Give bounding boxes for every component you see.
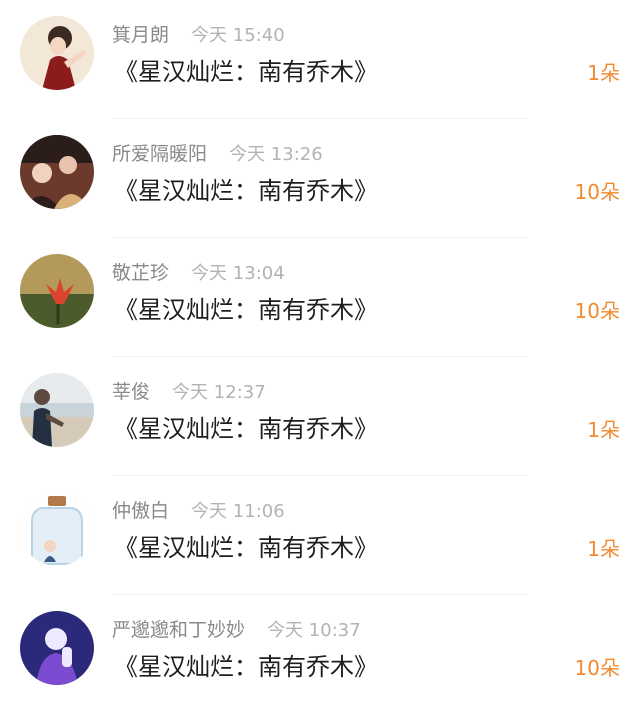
meta: 箕月朗 今天 15:40 [112,22,285,48]
gift-list-item[interactable]: 仲傲白 今天 11:06 《星汉灿烂：南有乔木》 1朵 [0,476,640,595]
avatar-image [20,16,94,90]
gift-list-item[interactable]: 莘俊 今天 12:37 《星汉灿烂：南有乔木》 1朵 [0,357,640,476]
avatar-image [20,135,94,209]
meta: 严邈邈和丁妙妙 今天 10:37 [112,617,361,643]
book-title[interactable]: 《星汉灿烂：南有乔木》 [114,293,378,327]
timestamp: 今天 10:37 [267,620,361,641]
meta: 莘俊 今天 12:37 [112,379,266,405]
avatar-image [20,611,94,685]
avatar-image [20,254,94,328]
user-name[interactable]: 所爱隔暖阳 [112,143,207,165]
gift-list: 箕月朗 今天 15:40 《星汉灿烂：南有乔木》 1朵 所爱隔暖阳 今天 13:… [0,0,640,709]
timestamp: 今天 13:04 [191,263,285,284]
avatar-image [20,373,94,447]
book-title[interactable]: 《星汉灿烂：南有乔木》 [114,55,378,89]
flower-count: 1朵 [587,61,620,85]
person-beach-avatar-icon[interactable] [20,373,94,447]
red-flower-avatar-icon[interactable] [20,254,94,328]
flower-count: 10朵 [574,299,620,323]
user-name[interactable]: 莘俊 [112,381,150,403]
book-title[interactable]: 《星汉灿烂：南有乔木》 [114,412,378,446]
flower-count: 1朵 [587,537,620,561]
meta: 仲傲白 今天 11:06 [112,498,285,524]
book-title[interactable]: 《星汉灿烂：南有乔木》 [114,531,378,565]
user-name[interactable]: 敬芷珍 [112,262,169,284]
flower-count: 10朵 [574,656,620,680]
bottle-avatar-icon[interactable] [20,492,94,566]
user-name[interactable]: 仲傲白 [112,500,169,522]
meta: 敬芷珍 今天 13:04 [112,260,285,286]
timestamp: 今天 12:37 [172,382,266,403]
flower-count: 10朵 [574,180,620,204]
meta: 所爱隔暖阳 今天 13:26 [112,141,323,167]
flower-count: 1朵 [587,418,620,442]
gift-list-item[interactable]: 敬芷珍 今天 13:04 《星汉灿烂：南有乔木》 10朵 [0,238,640,357]
book-title[interactable]: 《星汉灿烂：南有乔木》 [114,650,378,684]
timestamp: 今天 15:40 [191,25,285,46]
drama-scene-avatar-icon[interactable] [20,135,94,209]
timestamp: 今天 13:26 [229,144,323,165]
gift-list-item[interactable]: 箕月朗 今天 15:40 《星汉灿烂：南有乔木》 1朵 [0,0,640,119]
gift-list-item[interactable]: 所爱隔暖阳 今天 13:26 《星汉灿烂：南有乔木》 10朵 [0,119,640,238]
user-name[interactable]: 箕月朗 [112,24,169,46]
anime-boy-avatar-icon[interactable] [20,16,94,90]
timestamp: 今天 11:06 [191,501,285,522]
gift-list-item[interactable]: 严邈邈和丁妙妙 今天 10:37 《星汉灿烂：南有乔木》 10朵 [0,595,640,714]
user-name[interactable]: 严邈邈和丁妙妙 [112,619,245,641]
avatar-image [20,492,94,566]
book-title[interactable]: 《星汉灿烂：南有乔木》 [114,174,378,208]
singer-purple-avatar-icon[interactable] [20,611,94,685]
